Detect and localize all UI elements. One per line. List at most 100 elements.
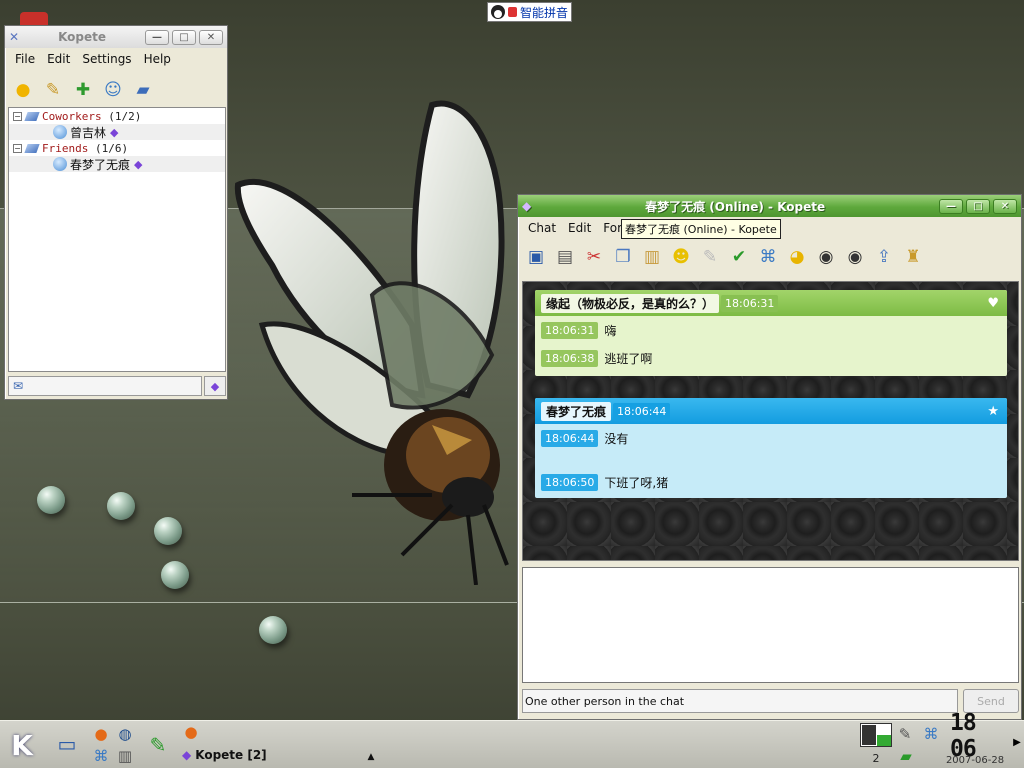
message-group: 缘起（物极必反，是真的么？） 18:06:31 ♥ 18:06:31 嗨 18:… — [535, 290, 1007, 376]
chat-toolbar: ▣ ▤ ✂ ❐ ▥ ☻ ✎ ✔ ⌘ ◕ ◉ ◉ ⇪ ♜ — [518, 239, 1021, 275]
close-button[interactable]: ✕ — [199, 29, 223, 45]
message-line: 18:06:50 下班了呀,猪 — [535, 468, 1007, 496]
status-message-field[interactable]: ✉ — [8, 376, 202, 396]
clipboard-icon[interactable]: ✎ — [894, 723, 916, 745]
menu-chat[interactable]: Chat — [522, 221, 562, 235]
menu-file[interactable]: File — [9, 52, 41, 66]
line-timestamp: 18:06:31 — [541, 321, 599, 339]
wallpaper-pearl — [161, 561, 189, 589]
menu-edit[interactable]: Edit — [562, 221, 597, 235]
message-text: 下班了呀,猪 — [604, 475, 669, 490]
collapse-icon[interactable]: − — [13, 143, 22, 153]
contact-name: 春梦了无痕 — [70, 157, 131, 172]
kopete-titlebar[interactable]: ✕ Kopete — □ ✕ — [5, 26, 227, 48]
cut-icon[interactable]: ✂ — [582, 245, 606, 269]
network-icon[interactable]: ⌘ — [756, 245, 780, 269]
contact-name: 曾吉林 — [70, 125, 107, 140]
edit-icon[interactable]: ✎ — [41, 78, 65, 102]
firefox-task-icon[interactable]: ● — [180, 721, 202, 743]
chat-window-title: 春梦了无痕 (Online) - Kopete — [645, 199, 826, 214]
message-line: 18:06:44 没有 — [535, 424, 1007, 452]
kopete-window-title: Kopete — [58, 30, 106, 44]
copy-icon[interactable]: ❐ — [611, 245, 635, 269]
minimize-button[interactable]: — — [145, 29, 169, 45]
window-title-tooltip: 春梦了无痕 (Online) - Kopete — [621, 219, 781, 239]
menu-edit[interactable]: Edit — [41, 52, 76, 66]
home-folder-icon[interactable] — [20, 12, 48, 26]
status-edit-icon[interactable]: ✉ — [13, 379, 23, 393]
message-text: 逃班了啊 — [604, 351, 653, 366]
heart-icon: ♥ — [987, 295, 999, 311]
disc-icon[interactable]: ◉ — [814, 245, 838, 269]
add-contact-icon[interactable]: ● — [11, 78, 35, 102]
group-coworkers[interactable]: − Coworkers (1/2) — [9, 108, 225, 124]
add-user-icon[interactable]: ✚ — [71, 78, 95, 102]
broom-icon[interactable]: ♜ — [901, 245, 925, 269]
k-menu-button[interactable]: K — [4, 727, 40, 763]
input-method-indicator[interactable]: 智能拼音 — [487, 2, 573, 22]
chat-message-view[interactable]: 缘起（物极必反，是真的么？） 18:06:31 ♥ 18:06:31 嗨 18:… — [522, 281, 1019, 561]
export-icon[interactable]: ⇪ — [872, 245, 896, 269]
msn-status-icon: ◆ — [110, 125, 119, 139]
sender-nick: 缘起（物极必反，是真的么？） — [541, 293, 720, 313]
message-input[interactable] — [522, 567, 1019, 683]
group-friends[interactable]: − Friends (1/6) — [9, 140, 225, 156]
msn-app-icon[interactable]: ◆ — [522, 199, 531, 213]
message-timestamp: 18:06:31 — [721, 294, 779, 312]
network-icon[interactable]: ⌘ — [90, 745, 112, 767]
group-count: (1/2) — [108, 109, 142, 123]
message-header: 缘起（物极必反，是真的么？） 18:06:31 ♥ — [535, 290, 1007, 316]
pen-icon[interactable]: ✎ — [698, 245, 722, 269]
trash-icon[interactable]: ▥ — [114, 745, 136, 767]
contact-item[interactable]: 春梦了无痕 ◆ — [9, 156, 225, 172]
spellcheck-icon[interactable]: ✔ — [727, 245, 751, 269]
msn-butterfly-icon: ◆ — [182, 748, 192, 762]
collapse-icon[interactable]: − — [13, 111, 22, 121]
lock-icon — [508, 7, 517, 17]
group-icon — [24, 111, 40, 121]
close-button[interactable]: ✕ — [993, 198, 1017, 214]
desktop-pager[interactable] — [860, 723, 892, 747]
tray-scroll-arrow-icon[interactable]: ▶ — [1010, 735, 1024, 749]
taskbar-item-kopete[interactable]: ◆ Kopete [2] — [182, 743, 267, 767]
battery-icon[interactable]: ▰ — [894, 747, 918, 765]
chat-titlebar[interactable]: ◆ 春梦了无痕 (Online) - Kopete — □ ✕ — [518, 195, 1021, 217]
menu-settings[interactable]: Settings — [76, 52, 137, 66]
contact-item[interactable]: 曾吉林 ◆ — [9, 124, 225, 140]
computer-icon[interactable]: ▭ — [54, 731, 80, 757]
line-timestamp: 18:06:50 — [541, 473, 599, 491]
message-line: 18:06:38 逃班了啊 — [535, 344, 1007, 372]
group-name: Coworkers — [42, 109, 102, 123]
butterfly-wallpaper-image — [234, 100, 509, 585]
kopete-main-window: ✕ Kopete — □ ✕ File Edit Settings Help ●… — [4, 25, 228, 400]
smiley-icon[interactable]: ☻ — [669, 245, 693, 269]
current-desktop-number: 2 — [872, 751, 880, 765]
maximize-button[interactable]: □ — [172, 29, 196, 45]
duck-icon[interactable]: ◕ — [785, 245, 809, 269]
address-book-icon[interactable]: ▰ — [131, 78, 155, 102]
editor-icon[interactable]: ✎ — [144, 731, 172, 759]
paste-icon[interactable]: ▥ — [640, 245, 664, 269]
star-icon: ★ — [987, 403, 999, 419]
maximize-button[interactable]: □ — [966, 198, 990, 214]
kopete-app-icon[interactable]: ✕ — [9, 30, 19, 44]
contact-list: − Coworkers (1/2) 曾吉林 ◆ − Friends (1/6) … — [8, 107, 226, 372]
clock[interactable]: 18 06 — [950, 710, 1010, 762]
kde-taskbar: K ▭ ● ◍ ⌘ ▥ ✎ ● ◆ Kopete [2] ▲ 2 ✎ ▰ ⌘ 1… — [0, 710, 1024, 768]
kopete-menubar: File Edit Settings Help — [5, 48, 227, 70]
firefox-icon[interactable]: ● — [90, 723, 112, 745]
group-count: (1/6) — [94, 141, 129, 155]
browser-icon[interactable]: ◍ — [114, 723, 136, 745]
online-status-button[interactable]: ◆ — [204, 376, 226, 396]
minimize-button[interactable]: — — [939, 198, 963, 214]
task-expand-icon[interactable]: ▲ — [364, 751, 378, 763]
network-tray-icon[interactable]: ⌘ — [920, 723, 942, 745]
contact-avatar-icon — [53, 125, 67, 139]
print-icon[interactable]: ▤ — [553, 245, 577, 269]
line-timestamp: 18:06:44 — [541, 429, 599, 447]
disc-add-icon[interactable]: ◉ — [843, 245, 867, 269]
sender-nick: 春梦了无痕 — [541, 401, 612, 421]
menu-help[interactable]: Help — [138, 52, 177, 66]
save-icon[interactable]: ▣ — [524, 245, 548, 269]
group-icon[interactable]: ☺ — [101, 78, 125, 102]
